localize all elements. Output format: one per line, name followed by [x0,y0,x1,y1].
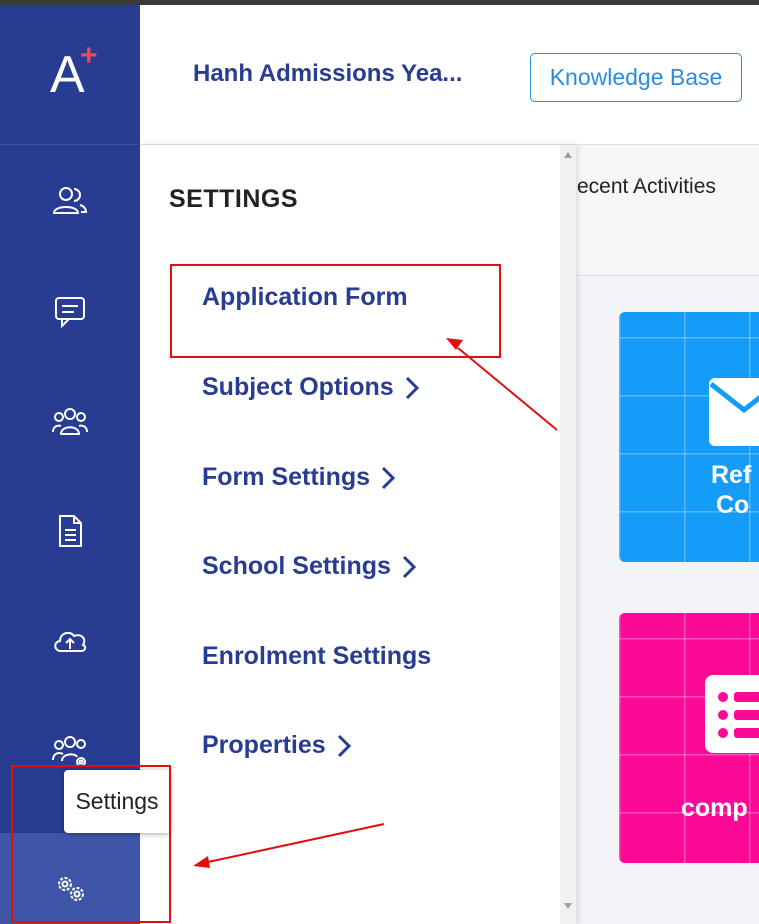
referral-card-caption-2: Co [716,491,750,519]
page-title: Hanh Admissions Yea... [193,60,463,87]
chevron-right-icon [405,376,419,399]
recent-activities-tab[interactable]: ecent Activities [577,175,716,199]
cloud-upload-icon [54,631,87,652]
envelope-icon [709,378,759,446]
contacts-icon [52,187,88,214]
sidebar-item-messages[interactable] [45,286,95,336]
referral-card-caption-1: Ref [711,461,752,489]
list-icon [705,675,759,753]
scroll-down-arrow-icon[interactable] [560,898,576,914]
sidebar-item-documents[interactable] [45,506,95,556]
menu-item-label: Enrolment Settings [202,642,432,670]
menu-item-label: Properties [202,731,326,759]
settings-panel-scrollbar[interactable] [560,145,576,924]
settings-panel: SETTINGS Application Form Subject Option… [140,145,576,924]
chevron-right-icon [402,555,417,578]
settings-panel-title: SETTINGS [169,185,299,213]
menu-item-label: School Settings [202,552,391,580]
document-icon [59,515,82,547]
app-logo[interactable]: A + [0,5,140,145]
recent-activities-band [576,145,759,276]
sidebar-item-contacts[interactable] [45,176,95,226]
referral-card[interactable]: Ref Co [619,312,759,562]
menu-item-enrolment-settings[interactable]: Enrolment Settings [202,642,431,671]
menu-item-subject-options[interactable]: Subject Options [202,373,420,402]
chevron-right-icon [382,466,396,489]
complete-card[interactable]: comp [619,613,759,863]
chevron-right-icon [337,734,351,757]
complete-card-caption: comp [681,794,748,822]
menu-item-school-settings[interactable]: School Settings [202,552,417,581]
menu-item-label: Subject Options [202,373,394,401]
knowledge-base-button[interactable]: Knowledge Base [530,53,742,102]
sidebar-item-upload[interactable] [45,616,95,666]
scroll-up-arrow-icon[interactable] [560,147,576,163]
annotation-box-application-form [170,264,501,358]
logo-plus: + [80,39,98,72]
menu-item-properties[interactable]: Properties [202,731,352,760]
menu-item-form-settings[interactable]: Form Settings [202,463,396,492]
groups-icon [52,408,88,435]
annotation-box-settings [11,765,171,923]
sidebar-item-groups[interactable] [45,396,95,446]
menu-item-label: Form Settings [202,463,371,491]
message-icon [55,297,85,329]
